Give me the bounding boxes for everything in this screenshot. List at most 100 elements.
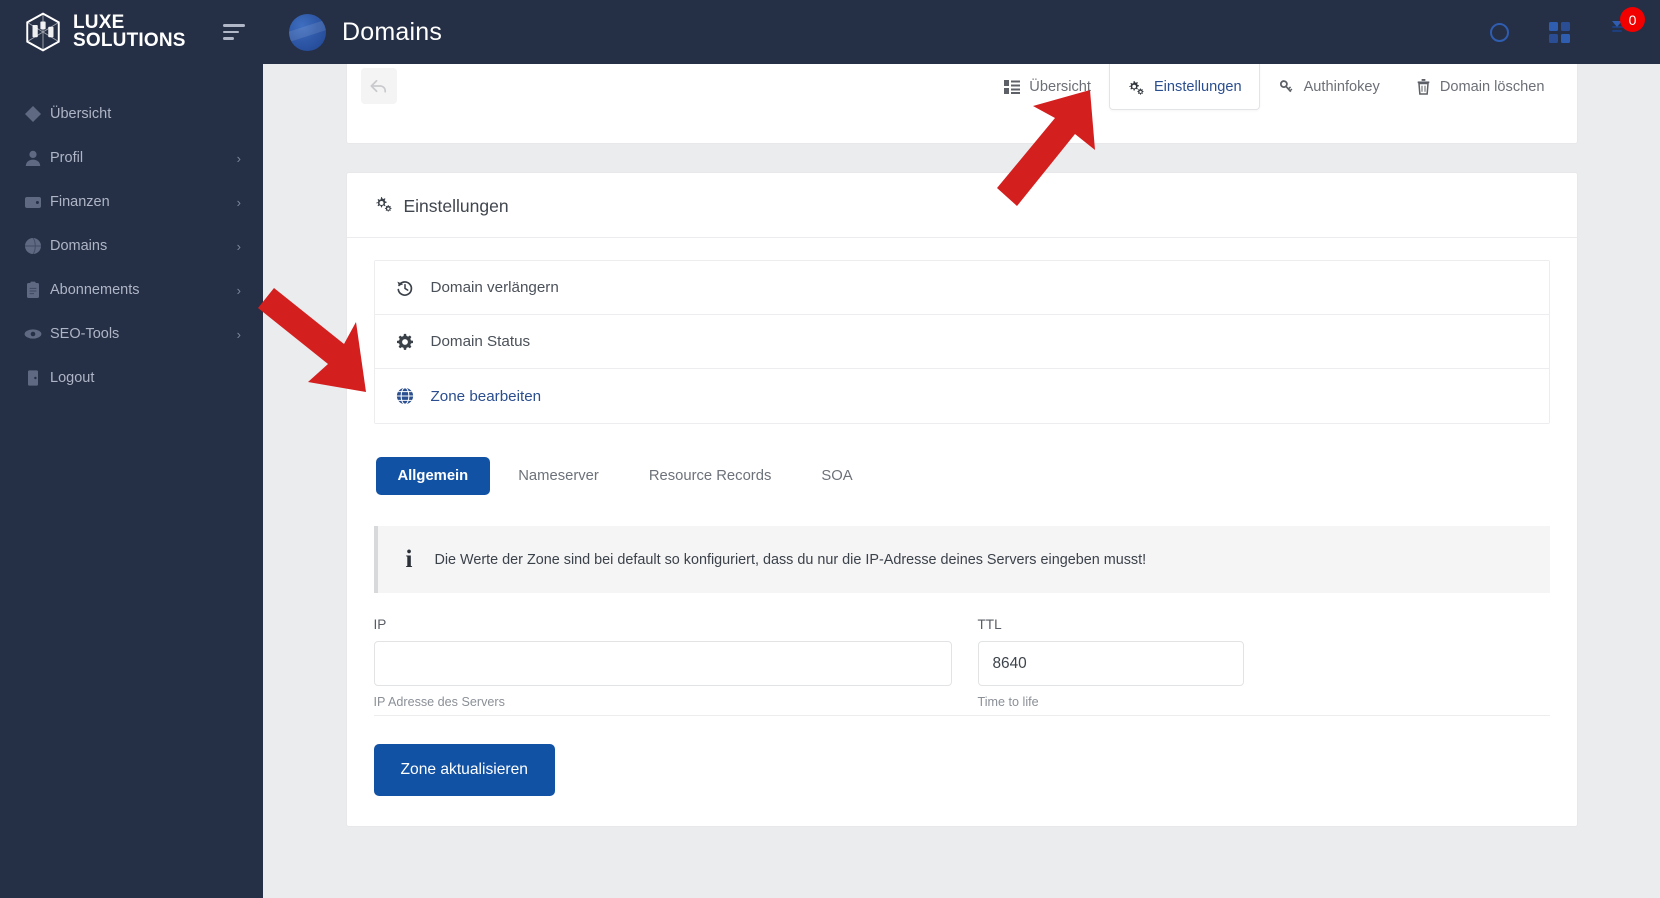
domain-action-tabs: Übersicht Einstellungen Authinfokey Doma… [986, 64, 1562, 110]
ip-input[interactable] [373, 641, 952, 686]
chat-icon[interactable]: 0 [1606, 7, 1645, 45]
eye-icon [24, 325, 50, 343]
wallet-icon [24, 193, 50, 211]
sidebar-nav: Übersicht Profil › Finanzen › Domains › … [0, 92, 263, 400]
settings-panel-title: Einstellungen [403, 195, 509, 216]
tab-label: Einstellungen [1153, 78, 1242, 95]
zone-aktualisieren-button[interactable]: Zone aktualisieren [373, 744, 555, 796]
hamburger-bar [223, 37, 235, 40]
hamburger-bar [223, 30, 239, 34]
key-icon [1278, 79, 1295, 95]
zone-tab-resource-records[interactable]: Resource Records [627, 457, 794, 495]
tab-label: Domain löschen [1439, 78, 1545, 95]
sidebar: LUXE SOLUTIONS Übersicht Profil › Finanz… [0, 0, 263, 898]
sidebar-item-uebersicht[interactable]: Übersicht [0, 92, 263, 136]
chevron-right-icon: › [236, 326, 241, 342]
sidebar-item-abonnements[interactable]: Abonnements › [0, 268, 263, 312]
tab-domain-loeschen[interactable]: Domain löschen [1398, 64, 1563, 110]
hamburger-bar [223, 24, 245, 27]
ttl-hint: Time to life [977, 695, 1039, 709]
zone-tabs: Allgemein Nameserver Resource Records SO… [374, 457, 1550, 495]
ttl-label: TTL [977, 617, 1002, 632]
apps-grid-icon[interactable] [1546, 19, 1572, 45]
diamond-icon [24, 105, 50, 123]
sidebar-item-seo-tools[interactable]: SEO-Tools › [0, 312, 263, 356]
ip-hint: IP Adresse des Servers [373, 695, 505, 709]
sidebar-item-label: Profil [50, 150, 84, 166]
zone-tab-soa[interactable]: SOA [799, 457, 874, 495]
grid-shape [1548, 21, 1570, 43]
zone-tab-nameserver[interactable]: Nameserver [496, 457, 621, 495]
sidebar-item-logout[interactable]: Logout [0, 356, 263, 400]
info-alert-message: Die Werte der Zone sind bei default so k… [434, 551, 1147, 568]
settings-panel: Einstellungen Domain verlängern Domain S… [345, 172, 1578, 827]
settings-panel-body: Domain verlängern Domain Status Zone bea… [347, 238, 1577, 826]
cogs-icon [374, 195, 393, 217]
ttl-input[interactable] [977, 641, 1244, 686]
sidebar-item-profil[interactable]: Profil › [0, 136, 263, 180]
sidebar-item-label: Finanzen [50, 194, 110, 210]
globe-icon [395, 387, 415, 405]
brand-line-2: SOLUTIONS [73, 30, 186, 51]
tab-label: Übersicht [1029, 78, 1091, 95]
info-alert: i Die Werte der Zone sind bei default so… [373, 526, 1550, 593]
option-label: Domain verlängern [430, 279, 559, 296]
sidebar-item-label: Übersicht [50, 106, 112, 122]
chevron-right-icon: › [236, 150, 241, 166]
action-bar: Übersicht Einstellungen Authinfokey Doma… [345, 64, 1578, 144]
ring-shape [1489, 22, 1509, 42]
circle-ring-icon[interactable] [1486, 19, 1512, 45]
tab-uebersicht[interactable]: Übersicht [986, 64, 1109, 110]
topbar-left: Domains [289, 13, 443, 51]
chevron-right-icon: › [236, 282, 241, 298]
sidebar-item-label: Logout [50, 370, 95, 386]
tab-label: Authinfokey [1303, 78, 1380, 95]
sidebar-toggle-hamburger-icon[interactable] [223, 24, 245, 40]
sidebar-item-domains[interactable]: Domains › [0, 224, 263, 268]
sidebar-item-finanzen[interactable]: Finanzen › [0, 180, 263, 224]
trash-icon [1416, 78, 1431, 95]
history-icon [395, 279, 415, 297]
notification-badge: 0 [1620, 7, 1645, 32]
brand-text: LUXE SOLUTIONS [73, 12, 186, 51]
option-domain-status[interactable]: Domain Status [374, 315, 1549, 369]
option-domain-verlaengern[interactable]: Domain verlängern [374, 261, 1549, 315]
sidebar-item-label: SEO-Tools [50, 326, 120, 342]
sidebar-header: LUXE SOLUTIONS [0, 0, 263, 64]
main-content: Übersicht Einstellungen Authinfokey Doma… [263, 64, 1660, 898]
sidebar-item-label: Domains [50, 238, 108, 254]
settings-option-list: Domain verlängern Domain Status Zone bea… [373, 260, 1550, 424]
logout-door-icon [24, 369, 50, 387]
tab-authinfokey[interactable]: Authinfokey [1260, 64, 1398, 110]
page-globe-icon [289, 13, 326, 51]
ip-label: IP [373, 617, 387, 632]
globe-icon [24, 237, 50, 255]
back-arrow-icon[interactable] [360, 68, 397, 104]
info-icon: i [405, 546, 413, 573]
content-container: Übersicht Einstellungen Authinfokey Doma… [345, 64, 1578, 827]
gear-icon [395, 333, 415, 351]
field-ttl: TTL Time to life [977, 617, 1244, 709]
tab-einstellungen[interactable]: Einstellungen [1108, 64, 1260, 110]
list-icon [1004, 79, 1021, 94]
app-root: LUXE SOLUTIONS Übersicht Profil › Finanz… [0, 0, 1660, 898]
option-label: Zone bearbeiten [430, 387, 542, 405]
page-title: Domains [342, 17, 443, 46]
option-zone-bearbeiten[interactable]: Zone bearbeiten [374, 369, 1549, 423]
chevron-right-icon: › [236, 238, 241, 254]
topbar: Domains 0 [263, 0, 1660, 64]
cogs-icon [1127, 79, 1145, 95]
topbar-right: 0 [1486, 7, 1645, 45]
luxe-cube-logo-icon [26, 12, 60, 52]
submit-container: Zone aktualisieren [373, 716, 1550, 826]
zone-tab-allgemein[interactable]: Allgemein [375, 457, 491, 495]
settings-panel-header: Einstellungen [346, 173, 1577, 238]
field-ip: IP IP Adresse des Servers [373, 617, 952, 709]
chevron-right-icon: › [236, 194, 241, 210]
user-icon [24, 149, 50, 167]
clipboard-icon [24, 281, 50, 299]
option-label: Domain Status [430, 333, 531, 350]
sidebar-item-label: Abonnements [50, 282, 140, 298]
brand-logo[interactable]: LUXE SOLUTIONS [22, 11, 186, 53]
zone-form-row: IP IP Adresse des Servers TTL Time to li… [373, 617, 1550, 716]
